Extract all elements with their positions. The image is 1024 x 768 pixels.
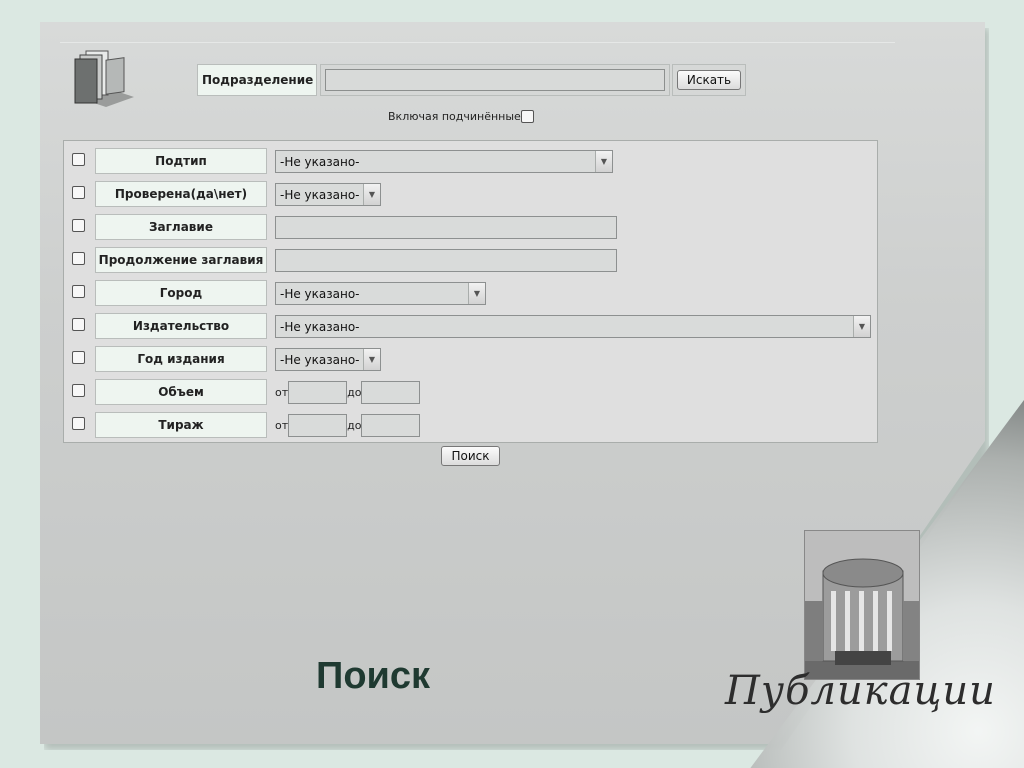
circulation-from-input[interactable] bbox=[288, 413, 348, 437]
row-checkbox[interactable] bbox=[72, 318, 85, 331]
section-title: Публикации bbox=[725, 668, 996, 714]
select-value: -Не указано- bbox=[280, 187, 360, 202]
find-button[interactable]: Искать bbox=[677, 70, 741, 90]
chevron-down-icon[interactable]: ▼ bbox=[595, 151, 612, 172]
department-input[interactable] bbox=[325, 69, 665, 91]
publisher-select[interactable]: -Не указано- ▼ bbox=[275, 315, 871, 338]
row-city: Город -Не указано- ▼ bbox=[64, 277, 879, 306]
year-select[interactable]: -Не указано- ▼ bbox=[275, 348, 381, 371]
verified-select[interactable]: -Не указано- ▼ bbox=[275, 183, 381, 206]
row-volume: Объем от до bbox=[64, 376, 879, 405]
divider bbox=[60, 42, 895, 43]
range-to-label: до bbox=[347, 385, 362, 399]
include-subordinates-label: Включая подчинённые bbox=[388, 110, 521, 123]
field-label: Заглавие bbox=[95, 214, 267, 240]
row-title: Заглавие bbox=[64, 211, 879, 240]
row-checkbox[interactable] bbox=[72, 186, 85, 199]
range-to-label: до bbox=[347, 418, 362, 432]
row-publisher: Издательство -Не указано- ▼ bbox=[64, 310, 879, 339]
range-from-label: от bbox=[275, 385, 289, 399]
field-label: Проверена(да\нет) bbox=[95, 181, 267, 207]
range-from-label: от bbox=[275, 418, 289, 432]
row-checkbox[interactable] bbox=[72, 153, 85, 166]
row-checkbox[interactable] bbox=[72, 285, 85, 298]
search-form: Подтип -Не указано- ▼ Проверена(да\нет) … bbox=[63, 140, 878, 443]
circulation-to-input[interactable] bbox=[361, 413, 421, 437]
building-photo bbox=[804, 530, 920, 680]
field-label: Издательство bbox=[95, 313, 267, 339]
field-label: Объем bbox=[95, 379, 267, 405]
select-value: -Не указано- bbox=[280, 154, 360, 169]
row-checkbox[interactable] bbox=[72, 417, 85, 430]
select-value: -Не указано- bbox=[280, 286, 360, 301]
volume-range: от до bbox=[275, 380, 421, 404]
row-verified: Проверена(да\нет) -Не указано- ▼ bbox=[64, 178, 879, 207]
title-input[interactable] bbox=[275, 216, 617, 239]
page-title: Поиск bbox=[316, 655, 431, 697]
volume-to-input[interactable] bbox=[361, 380, 421, 404]
include-subordinates: Включая подчинённые bbox=[388, 110, 534, 123]
row-circulation: Тираж от до bbox=[64, 409, 879, 438]
row-subtype: Подтип -Не указано- ▼ bbox=[64, 145, 879, 174]
chevron-down-icon[interactable]: ▼ bbox=[363, 349, 380, 370]
row-checkbox[interactable] bbox=[72, 252, 85, 265]
row-checkbox[interactable] bbox=[72, 351, 85, 364]
city-select[interactable]: -Не указано- ▼ bbox=[275, 282, 486, 305]
department-field-cell bbox=[320, 64, 670, 96]
field-label: Город bbox=[95, 280, 267, 306]
chevron-down-icon[interactable]: ▼ bbox=[468, 283, 485, 304]
chevron-down-icon[interactable]: ▼ bbox=[853, 316, 870, 337]
department-label: Подразделение bbox=[197, 64, 317, 96]
row-checkbox[interactable] bbox=[72, 384, 85, 397]
find-button-cell: Искать bbox=[672, 64, 746, 96]
row-checkbox[interactable] bbox=[72, 219, 85, 232]
field-label: Тираж bbox=[95, 412, 267, 438]
include-subordinates-checkbox[interactable] bbox=[520, 110, 534, 123]
search-button[interactable]: Поиск bbox=[441, 446, 500, 466]
circulation-range: от до bbox=[275, 413, 421, 437]
field-label: Продолжение заглавия bbox=[95, 247, 267, 273]
field-label: Подтип bbox=[95, 148, 267, 174]
volume-from-input[interactable] bbox=[288, 380, 348, 404]
field-label: Год издания bbox=[95, 346, 267, 372]
subtype-select[interactable]: -Не указано- ▼ bbox=[275, 150, 613, 173]
select-value: -Не указано- bbox=[280, 352, 360, 367]
row-year: Год издания -Не указано- ▼ bbox=[64, 343, 879, 372]
books-icon bbox=[74, 50, 134, 107]
chevron-down-icon[interactable]: ▼ bbox=[363, 184, 380, 205]
select-value: -Не указано- bbox=[280, 319, 360, 334]
subtitle-input[interactable] bbox=[275, 249, 617, 272]
row-subtitle: Продолжение заглавия bbox=[64, 244, 879, 273]
